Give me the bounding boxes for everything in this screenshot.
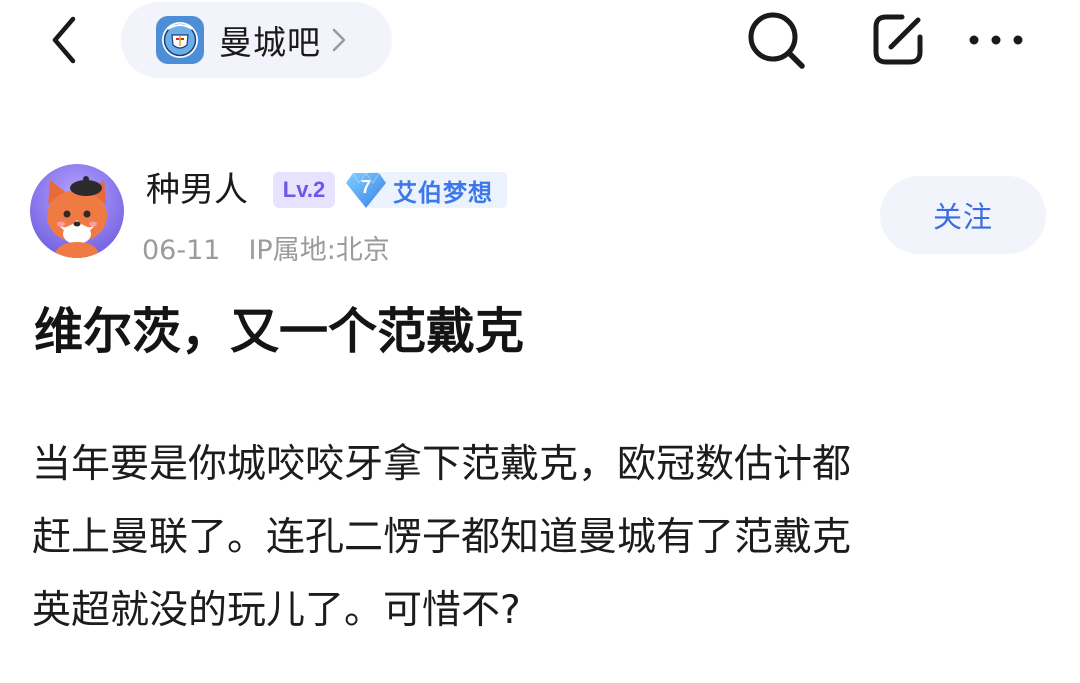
back-chevron-icon (52, 16, 76, 64)
post-body: 当年要是你城咬咬牙拿下范戴克，欧冠数估计都 赶上曼联了。连孔二愣子都知道曼城有了… (32, 428, 1052, 647)
search-button[interactable] (740, 6, 812, 74)
author-name[interactable]: 种男人 (146, 168, 248, 212)
man-city-crest-icon (155, 15, 205, 65)
forum-name: 曼城吧 (219, 23, 321, 62)
member-title: 艾伯梦想 (393, 178, 493, 207)
ip-location: IP属地:北京 (248, 235, 390, 266)
post-body-line: 英超就没的玩儿了。可惜不? (32, 588, 521, 633)
member-badge: 7 艾伯梦想 (345, 170, 507, 210)
follow-button[interactable]: 关注 (880, 176, 1046, 254)
search-icon (748, 12, 805, 69)
chevron-right-icon (331, 27, 347, 53)
diamond-icon: 7 (345, 170, 387, 210)
more-button[interactable] (958, 6, 1034, 74)
forum-link[interactable]: 曼城吧 (121, 2, 392, 78)
member-rank: 7 (360, 176, 371, 197)
edit-button[interactable] (862, 6, 934, 74)
fox-avatar-icon (30, 164, 124, 258)
level-badge: Lv.2 (273, 172, 335, 208)
edit-icon (873, 14, 923, 65)
post-body-line: 赶上曼联了。连孔二愣子都知道曼城有了范戴克 (32, 515, 852, 560)
post-body-line: 当年要是你城咬咬牙拿下范戴克，欧冠数估计都 (32, 442, 852, 487)
more-icon (969, 35, 1023, 45)
back-button[interactable] (36, 10, 92, 70)
post-meta: 06-11 IP属地:北京 (142, 231, 390, 271)
post-date: 06-11 (142, 235, 221, 266)
author-avatar[interactable] (30, 164, 124, 258)
post-title: 维尔茨，又一个范戴克 (34, 303, 525, 360)
